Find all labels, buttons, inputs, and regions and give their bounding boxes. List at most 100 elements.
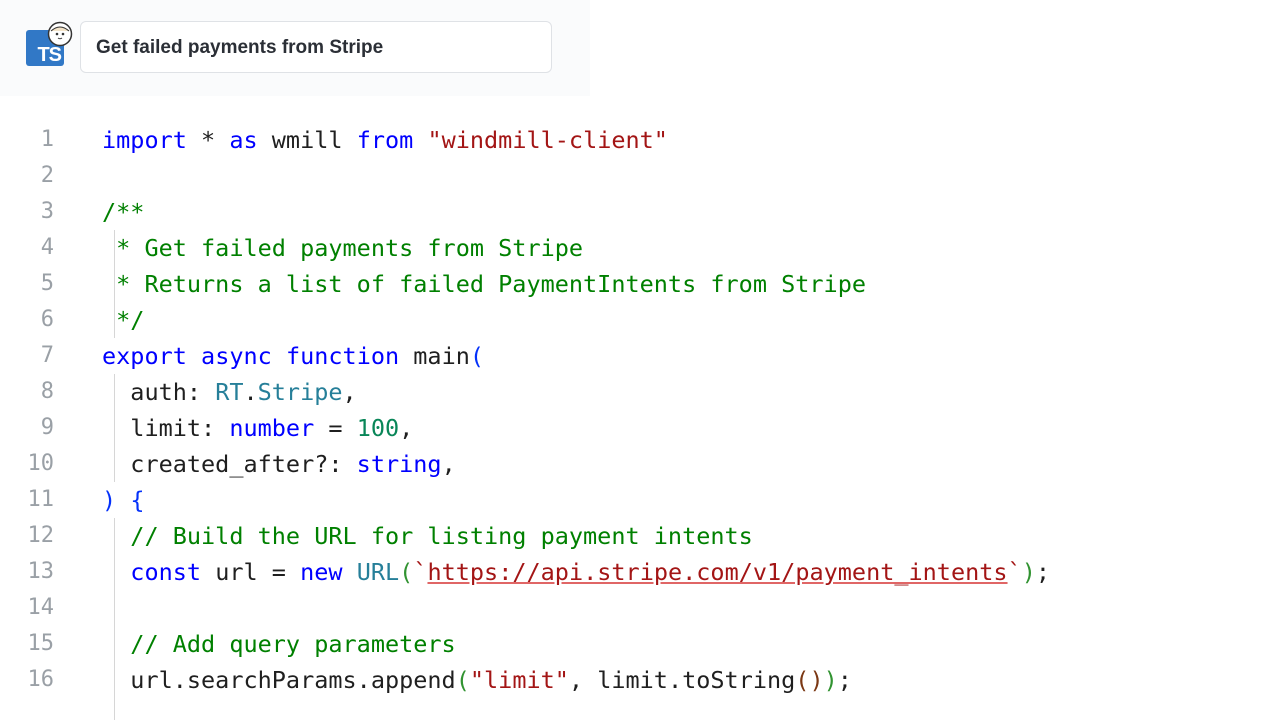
code-text: import * as wmill from "windmill-client" — [102, 122, 668, 158]
code-token: ( — [399, 558, 414, 586]
script-title-input[interactable]: Get failed payments from Stripe — [80, 21, 552, 73]
code-token: * Returns a list of failed PaymentIntent… — [102, 270, 867, 298]
code-token: // Add query parameters — [102, 630, 456, 658]
line-number: 5 — [40, 271, 54, 296]
line-number: 6 — [40, 307, 54, 332]
code-token: () — [795, 666, 824, 694]
code-line[interactable]: 2 — [0, 158, 1280, 194]
code-token: ; — [1035, 558, 1051, 586]
code-line[interactable]: 11 ) { — [0, 482, 1280, 518]
code-token: wmill — [257, 126, 357, 154]
line-number: 8 — [40, 379, 54, 404]
code-token: ) — [102, 486, 117, 514]
code-token: 100 — [356, 414, 400, 442]
code-token: "windmill-client" — [427, 126, 668, 154]
code-token: https://api.stripe.com/v1/payment_intent… — [427, 558, 1008, 586]
code-editor[interactable]: 1 import * as wmill from "windmill-client… — [0, 104, 1280, 720]
code-text: * Get failed payments from Stripe — [102, 230, 583, 266]
code-token: , limit.toString — [568, 666, 796, 694]
code-text: created_after?: string, — [102, 446, 456, 482]
code-text: */ — [102, 302, 144, 338]
code-text: /** — [102, 194, 144, 230]
line-number: 4 — [40, 235, 54, 260]
code-token: async — [201, 342, 272, 370]
code-line[interactable]: 9 limit: number = 100, — [0, 410, 1280, 446]
code-token: ) — [1021, 558, 1036, 586]
code-token: import — [102, 126, 187, 154]
code-token: string — [356, 450, 442, 478]
code-token: ( — [455, 666, 470, 694]
code-token: . — [243, 378, 258, 406]
code-token: , — [441, 450, 456, 478]
line-number: 11 — [27, 487, 55, 512]
code-line[interactable]: 12 // Build the URL for listing payment … — [0, 518, 1280, 554]
code-line[interactable]: 1 import * as wmill from "windmill-client… — [0, 122, 1280, 158]
code-token: , — [342, 378, 357, 406]
code-text: // Build the URL for listing payment int… — [102, 518, 753, 554]
code-text: // Add query parameters — [102, 626, 456, 662]
code-text: url.searchParams.append("limit", limit.t… — [102, 662, 852, 698]
script-header: TS Get failed payments from Stripe — [0, 0, 590, 96]
code-line[interactable]: 7 export async function main( — [0, 338, 1280, 374]
code-token: = — [314, 414, 357, 442]
line-number: 1 — [40, 127, 54, 152]
code-token: created_after?: — [102, 450, 357, 478]
code-line[interactable]: 13 const url = new URL(`https://api.stri… — [0, 554, 1280, 590]
code-token: limit: — [102, 414, 230, 442]
code-text: auth: RT.Stripe, — [102, 374, 357, 410]
code-token: const — [130, 558, 202, 586]
line-number: 10 — [27, 451, 55, 476]
code-token: as — [229, 126, 258, 154]
code-token: number — [229, 414, 315, 442]
code-token: URL — [356, 558, 400, 586]
code-line[interactable]: 3 /** — [0, 194, 1280, 230]
code-token: function — [285, 342, 400, 370]
code-token: ) — [823, 666, 838, 694]
line-number: 7 — [40, 343, 54, 368]
code-token: // Build the URL for listing payment int… — [102, 522, 753, 550]
code-token: url = — [201, 558, 301, 586]
code-line[interactable]: 10 created_after?: string, — [0, 446, 1280, 482]
code-token: url.searchParams.append — [102, 666, 456, 694]
code-token: "limit" — [469, 666, 569, 694]
code-token: */ — [102, 306, 145, 334]
code-line[interactable]: 15 // Add query parameters — [0, 626, 1280, 662]
code-text: const url = new URL(`https://api.stripe.… — [102, 554, 1050, 590]
code-line[interactable]: 8 auth: RT.Stripe, — [0, 374, 1280, 410]
code-token: * Get failed payments from Stripe — [102, 234, 584, 262]
code-line[interactable]: 16 url.searchParams.append("limit", limi… — [0, 662, 1280, 698]
code-line[interactable]: 14 — [0, 590, 1280, 626]
code-token: export — [102, 342, 187, 370]
language-badge-label: TS — [37, 44, 62, 66]
code-text: ) { — [102, 482, 144, 518]
code-token: ( — [469, 342, 485, 370]
code-text: limit: number = 100, — [102, 410, 413, 446]
code-line[interactable]: 4 * Get failed payments from Stripe — [0, 230, 1280, 266]
code-line[interactable]: 5 * Returns a list of failed PaymentInte… — [0, 266, 1280, 302]
mascot-icon — [47, 21, 73, 47]
line-number: 13 — [27, 559, 55, 584]
code-token: * — [186, 126, 230, 154]
line-number: 9 — [40, 415, 54, 440]
code-text: * Returns a list of failed PaymentIntent… — [102, 266, 866, 302]
code-token: auth: — [102, 378, 216, 406]
code-token: ` — [413, 558, 428, 586]
line-number: 3 — [40, 199, 54, 224]
code-line[interactable]: 6 */ — [0, 302, 1280, 338]
line-number: 12 — [27, 523, 55, 548]
code-token: , — [399, 414, 414, 442]
code-token: Stripe — [257, 378, 343, 406]
code-token: RT — [215, 378, 244, 406]
line-number: 14 — [27, 595, 55, 620]
line-number: 16 — [27, 667, 55, 692]
code-token: ; — [837, 666, 852, 694]
line-number: 2 — [40, 163, 54, 188]
code-text: export async function main( — [102, 338, 484, 374]
script-title: Get failed payments from Stripe — [96, 37, 384, 58]
